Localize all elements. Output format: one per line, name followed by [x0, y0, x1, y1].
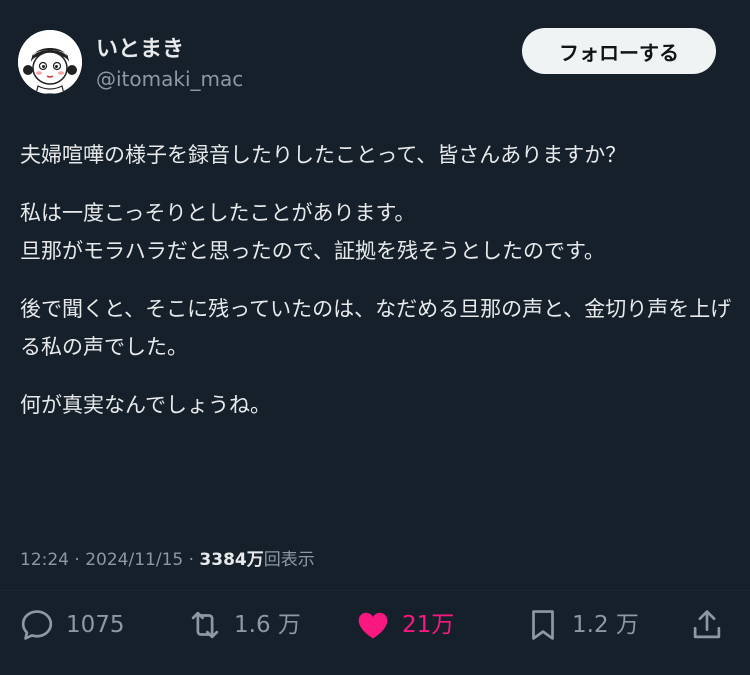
views-label: 回表示 [263, 550, 315, 570]
post-paragraph: 夫婦喧嘩の様子を録音したりしたことって、皆さんありますか？ [20, 143, 627, 167]
user-handle[interactable]: @itomaki_mac [96, 66, 243, 92]
heart-filled-icon [358, 612, 388, 639]
divider [0, 590, 750, 591]
views-unit: 万 [246, 550, 264, 570]
post-time[interactable]: 12:24 [20, 550, 69, 570]
repost-count: 1.6 万 [234, 612, 301, 638]
share-upload-icon [693, 610, 721, 639]
post-meta: 12:24 · 2024/11/15 · 3384万回表示 [20, 547, 315, 573]
reply-button[interactable]: 1075 [18, 600, 125, 650]
meta-separator: · [74, 550, 80, 570]
like-count: 21万 [402, 612, 455, 638]
bookmark-button[interactable]: 1.2 万 [524, 600, 639, 650]
post-paragraph: 後で聞くと、そこに残っていたのは、なだめる旦那の声と、金切り声を上げる私の声でし… [20, 297, 732, 359]
post-date[interactable]: 2024/11/15 [85, 550, 183, 570]
display-name[interactable]: いとまき [96, 36, 184, 64]
speech-bubble-icon [21, 610, 53, 640]
post-paragraph: 何が真実なんでしょうね。 [20, 393, 271, 417]
post-text: 夫婦喧嘩の様子を録音したりしたことって、皆さんありますか？ 私は一度こっそりとし… [20, 136, 732, 424]
avatar-illustration [18, 30, 82, 94]
bookmark-count: 1.2 万 [572, 612, 639, 638]
action-bar: 1075 1.6 万 21万 1.2 万 [0, 600, 750, 650]
avatar[interactable] [18, 30, 82, 94]
share-button[interactable] [688, 600, 726, 650]
bookmark-icon [532, 610, 554, 640]
follow-button[interactable]: フォローする [522, 28, 716, 74]
post-card: いとまき @itomaki_mac フォローする 夫婦喧嘩の様子を録音したりした… [0, 0, 750, 675]
reply-count: 1075 [66, 612, 125, 638]
views-count: 3384 [199, 550, 247, 570]
meta-separator: · [188, 550, 195, 570]
repost-button[interactable]: 1.6 万 [186, 600, 301, 650]
like-button[interactable]: 21万 [354, 600, 454, 650]
repost-arrows-icon [191, 611, 219, 639]
post-paragraph: 私は一度こっそりとしたことがあります。 旦那がモラハラだと思ったので、証拠を残そ… [20, 201, 605, 263]
